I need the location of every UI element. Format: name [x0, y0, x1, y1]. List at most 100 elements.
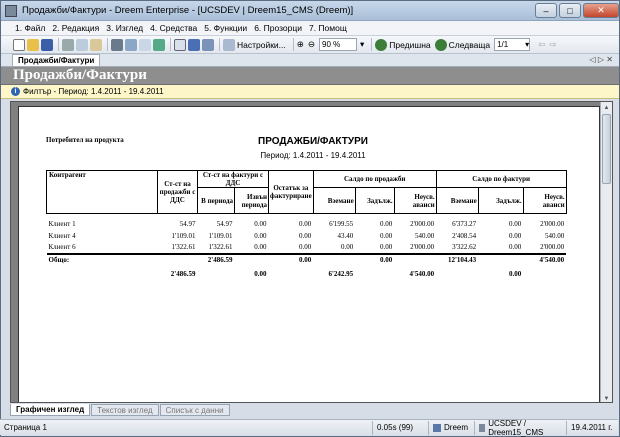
cell: 2'000.00 — [540, 219, 565, 228]
grand-total-row: 2'486.59 0.00 6'242.95 4'540.00 0.00 — [47, 266, 567, 282]
status-connection-label: UCSDEV / Dreem15_CMS — [488, 418, 544, 437]
col-inv-receivable: Вземане — [435, 187, 479, 214]
filter-text: Филтър - Период: 1.4.2011 - 19.4.2011 — [23, 87, 164, 96]
menu-windows[interactable]: 6. Прозорци — [254, 23, 302, 33]
table-row: Клиент 1 54.97 54.97 0.00 0.00 6'199.55 … — [47, 218, 567, 230]
window-title: Продажби/Фактури - Dreem Enterprise - [U… — [22, 5, 354, 16]
cell: Клиент 1 — [48, 219, 76, 228]
layout-icon[interactable] — [174, 38, 186, 51]
filter-bar: i Филтър - Период: 1.4.2011 - 19.4.2011 — [1, 85, 619, 99]
cell: 6'373.27 — [452, 219, 477, 228]
cell: 4'540.00 — [523, 252, 567, 266]
filter-icon[interactable] — [153, 38, 165, 51]
cell: 0.00 — [355, 252, 395, 266]
cell: 4'540.00 — [409, 269, 435, 278]
toolbar-separator — [371, 38, 373, 51]
close-button[interactable]: ✕ — [583, 3, 619, 18]
scroll-up-icon[interactable]: ▲ — [601, 102, 612, 113]
tab-controls[interactable]: ◁ ▷ ✕ — [590, 55, 613, 64]
col-to-invoice: Остатък за фактуриране — [268, 170, 314, 214]
print-icon[interactable] — [111, 38, 123, 51]
menu-edit[interactable]: 2. Редакция — [52, 23, 99, 33]
cell: 0.00 — [379, 219, 393, 228]
total-label: Общо: — [46, 252, 158, 266]
new-icon[interactable] — [13, 38, 25, 51]
cell: 6'199.55 — [329, 219, 354, 228]
vertical-scrollbar[interactable]: ▲ ▼ — [600, 102, 612, 402]
status-bar: Страница 1 0.05s (99) Dreem UCSDEV / Dre… — [0, 418, 618, 437]
col-sales-vat: Ст-ст на продажби с ДДС — [157, 170, 198, 214]
page-select-value: 1/1 — [497, 40, 509, 49]
menu-tools[interactable]: 4. Средства — [150, 23, 197, 33]
toolbar-separator — [58, 38, 59, 51]
cell: 54.97 — [179, 219, 196, 228]
col-inv-liability: Задълж. — [477, 187, 524, 214]
next-page-icon[interactable] — [434, 38, 447, 51]
tab-sales-invoices[interactable]: Продажби/Фактури — [12, 54, 101, 66]
status-app: Dreem — [428, 420, 474, 435]
previous-page-icon[interactable] — [375, 38, 388, 51]
menu-view[interactable]: 3. Изглед — [106, 23, 143, 33]
next-page-button[interactable]: Следваща — [449, 40, 490, 50]
cell: 540.00 — [544, 231, 565, 240]
print-preview-area: Потребител на продукта ПРОДАЖБИ/ФАКТУРИ … — [10, 101, 613, 403]
col-sales-receivable: Вземане — [312, 187, 356, 214]
table-icon[interactable] — [202, 38, 214, 51]
cell: 1'109.01 — [171, 231, 196, 240]
back-arrow-icon[interactable]: ⇦ — [538, 39, 545, 50]
cell: 0.00 — [508, 243, 522, 251]
tab-data-list[interactable]: Списък с данни — [159, 404, 230, 416]
title-bar: Продажби/Фактури - Dreem Enterprise - [U… — [1, 1, 619, 21]
cut-icon[interactable] — [62, 38, 74, 51]
cell: 0.00 — [508, 219, 522, 228]
cell: 0.00 — [379, 243, 393, 251]
cell: 54.97 — [216, 219, 233, 228]
zoom-in-icon[interactable]: ⊕ — [297, 39, 304, 50]
zoom-dropdown-icon[interactable]: ▾ — [360, 39, 364, 50]
menu-bar: 1. Файл 2. Редакция 3. Изглед 4. Средств… — [1, 21, 619, 36]
cell — [234, 252, 269, 266]
cell: 3'322.62 — [452, 243, 477, 251]
col-inv-unused-adv: Неусв. аванси — [522, 187, 567, 214]
toolbar-separator — [107, 38, 108, 51]
cell: 2'000.00 — [410, 219, 435, 228]
page-setup-icon[interactable] — [139, 38, 151, 51]
menu-file[interactable]: 1. Файл — [15, 23, 45, 33]
chart-icon[interactable] — [188, 38, 200, 51]
settings-icon[interactable] — [223, 38, 235, 51]
zoom-out-icon[interactable]: ⊖ — [308, 39, 315, 50]
settings-button[interactable]: Настройки... — [237, 40, 286, 50]
cell: 0.00 — [298, 219, 312, 228]
menu-help[interactable]: 7. Помощ — [309, 23, 347, 33]
table-row: Клиент 4 1'109.01 1'109.01 0.00 0.00 43.… — [47, 230, 567, 242]
cell: 1'322.61 — [208, 243, 233, 251]
tab-graphic-view[interactable]: Графичен изглед — [10, 404, 91, 416]
cell — [436, 266, 478, 282]
status-time: 0.05s (99) — [372, 420, 428, 435]
previous-page-button[interactable]: Предишна — [389, 40, 430, 50]
open-icon[interactable] — [27, 38, 39, 51]
cell: 0.00 — [268, 252, 314, 266]
cell: 0.00 — [340, 243, 354, 251]
document-tabstrip: Продажби/Фактури ◁ ▷ ✕ — [1, 54, 619, 67]
cell: 6'242.95 — [328, 269, 354, 278]
maximize-button[interactable]: □ — [559, 3, 581, 18]
scroll-thumb[interactable] — [602, 114, 611, 184]
page-select[interactable]: 1/1 ▾ — [494, 38, 531, 51]
minimize-button[interactable]: – — [535, 3, 557, 18]
status-app-label: Dreem — [444, 423, 469, 432]
page-title: Продажби/Фактури — [13, 67, 147, 83]
forward-arrow-icon[interactable]: ⇨ — [549, 39, 556, 50]
menu-functions[interactable]: 5. Функции — [204, 23, 247, 33]
cell: 0.00 — [254, 243, 267, 251]
copy-icon[interactable] — [76, 38, 88, 51]
cell: 0.00 — [508, 231, 522, 240]
col-out-period: Извън периода — [234, 187, 269, 214]
paste-icon[interactable] — [90, 38, 102, 51]
tab-text-view[interactable]: Текстов изглед — [91, 404, 159, 416]
zoom-select[interactable]: 90 % — [319, 38, 358, 51]
scroll-down-icon[interactable]: ▼ — [601, 393, 612, 402]
save-icon[interactable] — [41, 38, 53, 51]
print-preview-icon[interactable] — [125, 38, 137, 51]
cell — [394, 252, 437, 266]
